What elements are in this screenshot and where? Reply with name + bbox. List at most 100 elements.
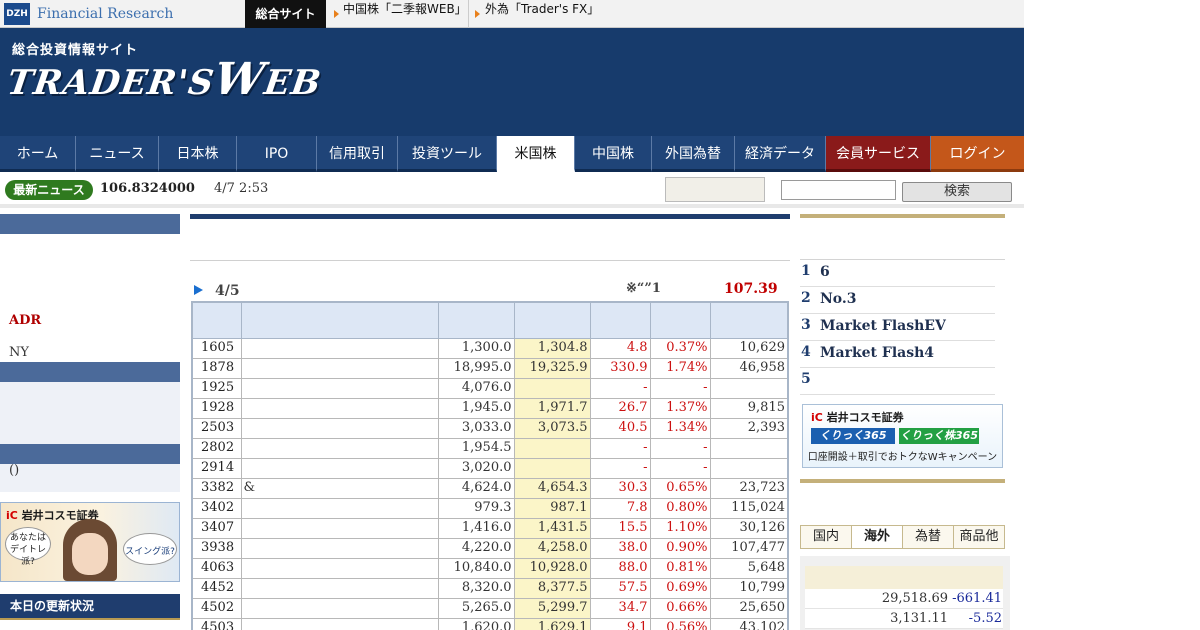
cell-code[interactable]: 2503: [191, 417, 242, 439]
ranking-number: 2: [801, 290, 811, 306]
site-logo[interactable]: TRADER'SWEB: [4, 54, 325, 105]
ranking-item-4[interactable]: 4 Market Flash4: [800, 341, 995, 368]
cell-volume: 115,024: [709, 497, 789, 519]
cell-diff: -: [589, 457, 651, 479]
table-row[interactable]: 2802 1,954.5 - -: [191, 437, 789, 459]
nav-login[interactable]: ログイン: [931, 136, 1024, 172]
adr-link[interactable]: ADR: [9, 313, 41, 328]
brand-link[interactable]: Financial Research: [37, 6, 173, 22]
table-row[interactable]: 3402 979.3 987.1 7.8 0.80% 115,024: [191, 497, 789, 519]
cell-name[interactable]: &: [240, 477, 439, 499]
cell-diff: 38.0: [589, 537, 651, 559]
cell-diff: 330.9: [589, 357, 651, 379]
table-row[interactable]: 2914 3,020.0 - -: [191, 457, 789, 479]
cell-code[interactable]: 1878: [191, 357, 242, 379]
cell-code[interactable]: 3938: [191, 537, 242, 559]
ranking-item-5[interactable]: 5: [800, 368, 995, 395]
cell-name[interactable]: [240, 397, 439, 419]
nav-news[interactable]: ニュース: [76, 136, 159, 172]
cell-name[interactable]: [240, 497, 439, 519]
nav-us-stocks[interactable]: 米国株: [497, 136, 575, 172]
cell-name[interactable]: [240, 337, 439, 359]
ranking-item-1[interactable]: 1 6: [800, 260, 995, 287]
table-row[interactable]: 4452 8,320.0 8,377.5 57.5 0.69% 10,799: [191, 577, 789, 599]
header-pct: [649, 301, 711, 339]
iwai-cosmo-ad-right[interactable]: iC 岩井コスモ証券 くりっく365 くりっく株365 口座開設＋取引でおトクな…: [802, 404, 1003, 468]
cell-code[interactable]: 3382: [191, 477, 242, 499]
nav-home[interactable]: ホーム: [0, 136, 76, 172]
table-row[interactable]: 4503 1,620.0 1,629.1 9.1 0.56% 43,102: [191, 617, 789, 630]
ranking-text[interactable]: No.3: [820, 291, 857, 307]
table-row[interactable]: 1928 1,945.0 1,971.7 26.7 1.37% 9,815: [191, 397, 789, 419]
table-row[interactable]: 3382 & 4,624.0 4,654.3 30.3 0.65% 23,723: [191, 477, 789, 499]
tab-commodities[interactable]: 商品他: [954, 526, 1004, 548]
cell-name[interactable]: [240, 357, 439, 379]
table-row[interactable]: 4063 10,840.0 10,928.0 88.0 0.81% 5,648: [191, 557, 789, 579]
table-row[interactable]: 4502 5,265.0 5,299.7 34.7 0.66% 25,650: [191, 597, 789, 619]
table-row[interactable]: 1925 4,076.0 - -: [191, 377, 789, 399]
top-link-traders-fx[interactable]: 外為「Trader's FX」: [468, 0, 599, 28]
news-headline-value[interactable]: 106.8324000: [100, 181, 195, 196]
cell-code[interactable]: 4503: [191, 617, 242, 630]
top-link-china-stocks[interactable]: 中国株「二季報WEB」: [330, 0, 467, 28]
cell-name[interactable]: [240, 557, 439, 579]
tab-forex[interactable]: 為替: [903, 526, 954, 548]
cell-code[interactable]: 2914: [191, 457, 242, 479]
search-input[interactable]: [781, 180, 896, 200]
top-tab-general-site[interactable]: 総合サイト: [245, 0, 326, 28]
cell-name[interactable]: [240, 577, 439, 599]
cell-code[interactable]: 3402: [191, 497, 242, 519]
nav-investment-tools[interactable]: 投資ツール: [398, 136, 497, 172]
ny-label[interactable]: NY: [9, 345, 29, 360]
cell-code[interactable]: 1605: [191, 337, 242, 359]
cell-volume: [709, 437, 789, 459]
ranking-item-3[interactable]: 3 Market FlashEV: [800, 314, 995, 341]
cell-pct: 0.56%: [649, 617, 711, 630]
left-section-body-1: [0, 234, 180, 362]
right-top-rule: [800, 214, 1005, 218]
tab-overseas[interactable]: 海外: [852, 526, 903, 548]
cell-name[interactable]: [240, 617, 439, 630]
cell-name[interactable]: [240, 417, 439, 439]
table-row[interactable]: 2503 3,033.0 3,073.5 40.5 1.34% 2,393: [191, 417, 789, 439]
tab-domestic[interactable]: 国内: [801, 526, 852, 548]
ranking-item-2[interactable]: 2 No.3: [800, 287, 995, 314]
cell-price-adr: 1,304.8: [513, 337, 591, 359]
table-header-row: [191, 301, 789, 339]
nav-economic-data[interactable]: 経済データ: [735, 136, 826, 172]
nav-ipo[interactable]: IPO: [237, 136, 317, 172]
cell-code[interactable]: 4452: [191, 577, 242, 599]
cell-code[interactable]: 4502: [191, 597, 242, 619]
ranking-text[interactable]: Market Flash4: [820, 345, 934, 361]
cell-name[interactable]: [240, 437, 439, 459]
quote-date: 4/5: [215, 283, 240, 299]
table-row[interactable]: 1878 18,995.0 19,325.9 330.9 1.74% 46,958: [191, 357, 789, 379]
table-row[interactable]: 1605 1,300.0 1,304.8 4.8 0.37% 10,629: [191, 337, 789, 359]
ranking-text[interactable]: Market FlashEV: [820, 318, 946, 334]
cell-code[interactable]: 1925: [191, 377, 242, 399]
iwai-cosmo-ad-left[interactable]: iC 岩井コスモ証券 あなたは デイトレ派? スイング派?: [0, 502, 180, 582]
cell-name[interactable]: [240, 537, 439, 559]
news-box: [665, 177, 765, 202]
nav-member-services[interactable]: 会員サービス: [826, 136, 931, 172]
nav-forex[interactable]: 外国為替: [652, 136, 735, 172]
dzh-logo[interactable]: DZH: [4, 3, 30, 25]
cell-code[interactable]: 3407: [191, 517, 242, 539]
cell-name[interactable]: [240, 377, 439, 399]
table-row[interactable]: 3407 1,416.0 1,431.5 15.5 1.10% 30,126: [191, 517, 789, 539]
cell-name[interactable]: [240, 457, 439, 479]
ranking-text[interactable]: 6: [820, 264, 830, 280]
cell-code[interactable]: 4063: [191, 557, 242, 579]
latest-news-badge[interactable]: 最新ニュース: [5, 180, 93, 200]
cell-code[interactable]: 1928: [191, 397, 242, 419]
market-row[interactable]: 3,131.11 -5.52: [805, 609, 1003, 629]
nav-china-stocks[interactable]: 中国株: [575, 136, 652, 172]
market-row[interactable]: 29,518.69 -661.41: [805, 589, 1003, 609]
nav-margin-trading[interactable]: 信用取引: [317, 136, 398, 172]
cell-code[interactable]: 2802: [191, 437, 242, 459]
table-row[interactable]: 3938 4,220.0 4,258.0 38.0 0.90% 107,477: [191, 537, 789, 559]
nav-japan-stocks[interactable]: 日本株: [159, 136, 237, 172]
search-button[interactable]: 検索: [902, 182, 1012, 202]
cell-name[interactable]: [240, 597, 439, 619]
cell-name[interactable]: [240, 517, 439, 539]
